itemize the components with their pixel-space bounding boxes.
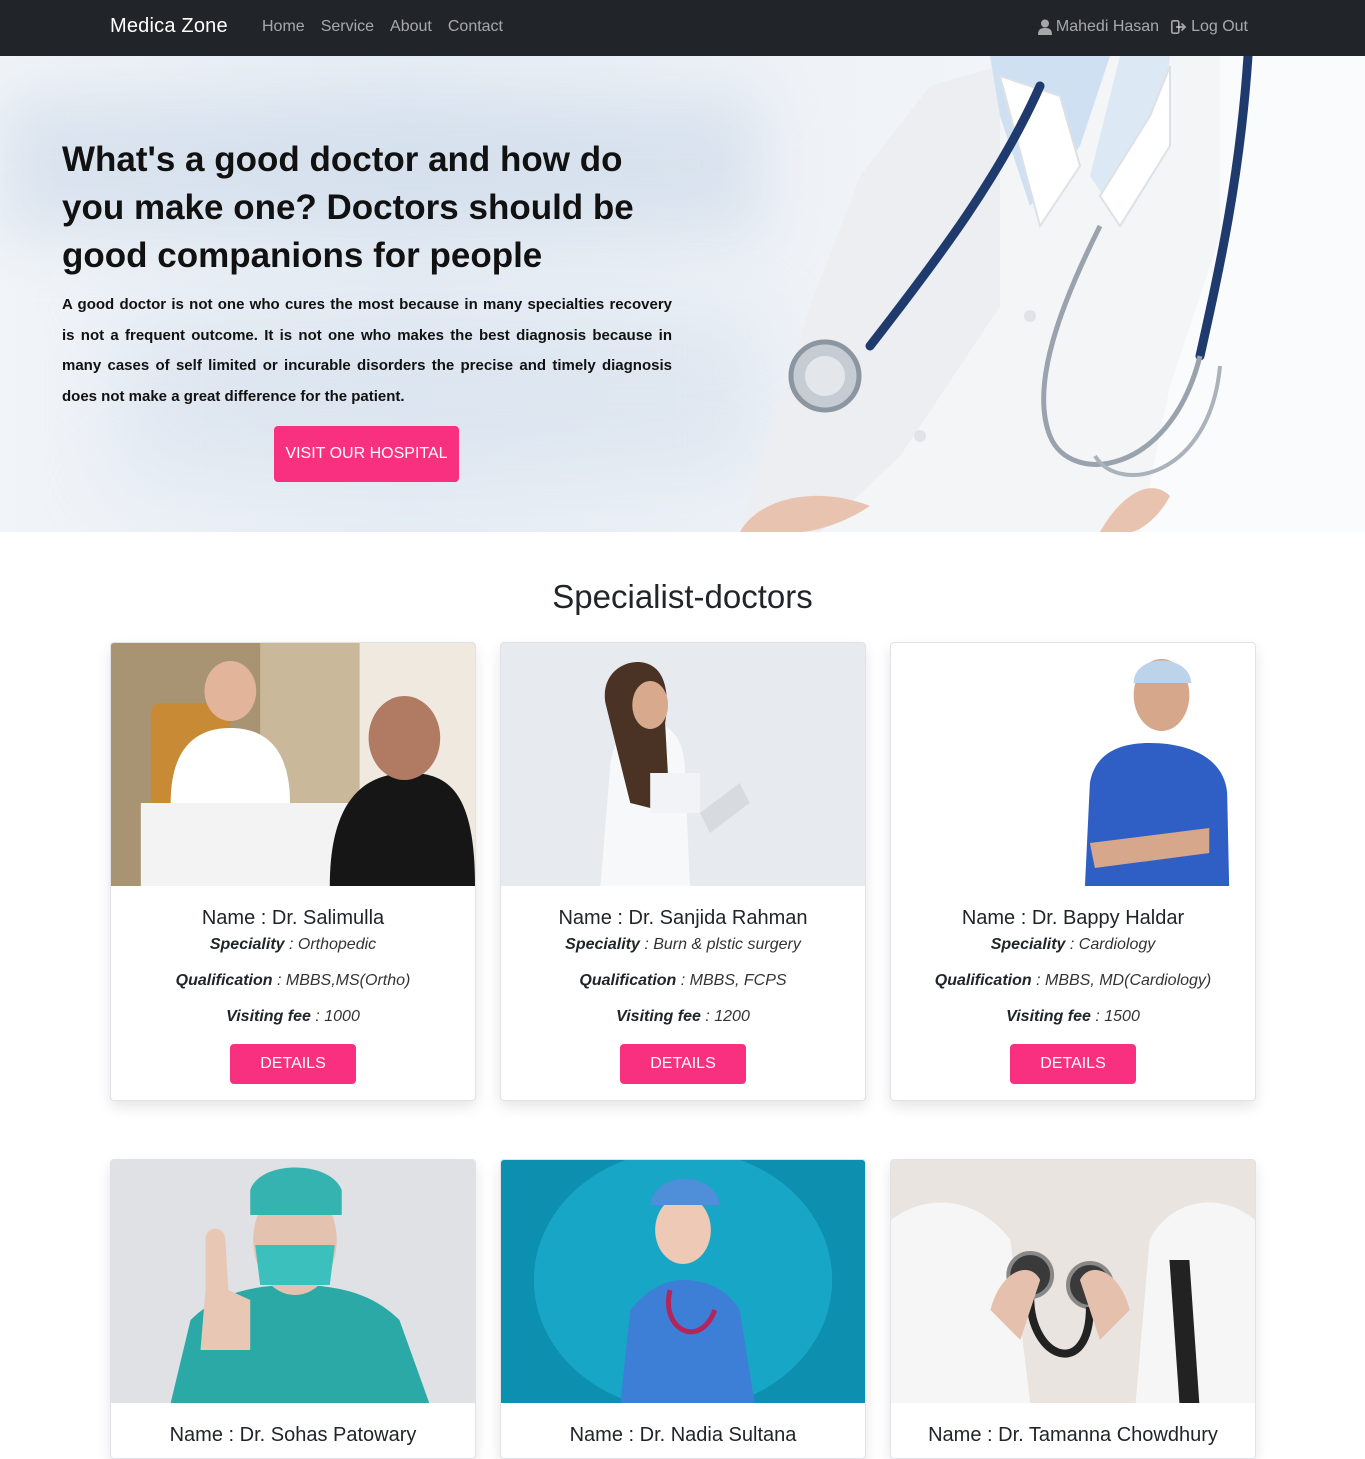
nav-link-home[interactable]: Home: [262, 18, 305, 36]
doctor-name: Name : Dr. Sohas Patowary: [169, 1424, 417, 1446]
top-navbar: Medica Zone Home Service About Contact M…: [0, 0, 1365, 56]
doctor-qualification: Qualification : MBBS, MD(Cardiology): [934, 972, 1212, 989]
nav-link-service[interactable]: Service: [321, 18, 374, 36]
user-icon: [1037, 19, 1052, 35]
doctor-fee: Visiting fee : 1500: [1006, 1008, 1140, 1025]
logout-link[interactable]: Log Out: [1171, 18, 1248, 36]
doctor-card: Name : Dr. Salimulla Speciality : Orthop…: [110, 642, 476, 1101]
logout-label: Log Out: [1191, 18, 1248, 35]
user-name: Mahedi Hasan: [1055, 18, 1160, 35]
doctor-card: Name : Dr. Sanjida Rahman Speciality : B…: [500, 642, 866, 1101]
doctor-speciality: Speciality : Burn & plstic surgery: [565, 936, 801, 953]
doctor-photo: [111, 643, 475, 886]
details-button[interactable]: DETAILS: [620, 1044, 746, 1084]
user-profile-link[interactable]: Mahedi Hasan: [1037, 18, 1160, 36]
doctor-qualification: Qualification : MBBS, FCPS: [579, 972, 787, 989]
sign-out-icon: [1171, 20, 1187, 34]
nav-link-contact[interactable]: Contact: [448, 18, 503, 36]
hero-description: A good doctor is not one who cures the m…: [62, 296, 672, 405]
doctor-photo: [891, 643, 1255, 886]
doctor-name: Name : Dr. Bappy Haldar: [961, 907, 1185, 929]
nav-user-area: Mahedi Hasan Log Out: [1026, 18, 1248, 36]
doctor-name: Name : Dr. Sanjida Rahman: [558, 907, 808, 929]
details-button[interactable]: DETAILS: [230, 1044, 356, 1084]
doctor-speciality: Speciality : Cardiology: [990, 936, 1156, 953]
doctor-photo: [501, 1160, 865, 1410]
doctor-photo: [111, 1160, 475, 1403]
nav-link-about[interactable]: About: [390, 18, 432, 36]
doctor-fee: Visiting fee : 1000: [226, 1008, 360, 1025]
doctor-photo: [501, 643, 865, 886]
visit-hospital-button[interactable]: VISIT OUR HOSPITAL: [274, 426, 459, 482]
doctor-card: Name : Dr. Tamanna Chowdhury: [890, 1159, 1256, 1459]
hero-text: What's a good doctor and how do you make…: [62, 136, 672, 412]
doctor-name: Name : Dr. Nadia Sultana: [569, 1424, 797, 1446]
doctor-qualification: Qualification : MBBS,MS(Ortho): [175, 972, 411, 989]
nav-links: Home Service About Contact: [262, 18, 519, 36]
doctor-card: Name : Dr. Sohas Patowary: [110, 1159, 476, 1459]
doctor-speciality: Speciality : Orthopedic: [209, 936, 377, 953]
hero-banner: What's a good doctor and how do you make…: [0, 56, 1365, 532]
doctor-card: Name : Dr. Nadia Sultana: [500, 1159, 866, 1459]
doctor-fee: Visiting fee : 1200: [616, 1008, 750, 1025]
doctor-card: Name : Dr. Bappy Haldar Speciality : Car…: [890, 642, 1256, 1101]
hero-title: What's a good doctor and how do you make…: [62, 140, 634, 275]
section-title: Specialist-doctors: [552, 578, 813, 615]
doctor-name: Name : Dr. Tamanna Chowdhury: [928, 1424, 1218, 1446]
doctor-photo: [891, 1160, 1255, 1403]
details-button[interactable]: DETAILS: [1010, 1044, 1136, 1084]
brand-logo[interactable]: Medica Zone: [110, 15, 228, 38]
doctor-name: Name : Dr. Salimulla: [201, 907, 385, 929]
doctor-hero-image: [740, 56, 1365, 532]
